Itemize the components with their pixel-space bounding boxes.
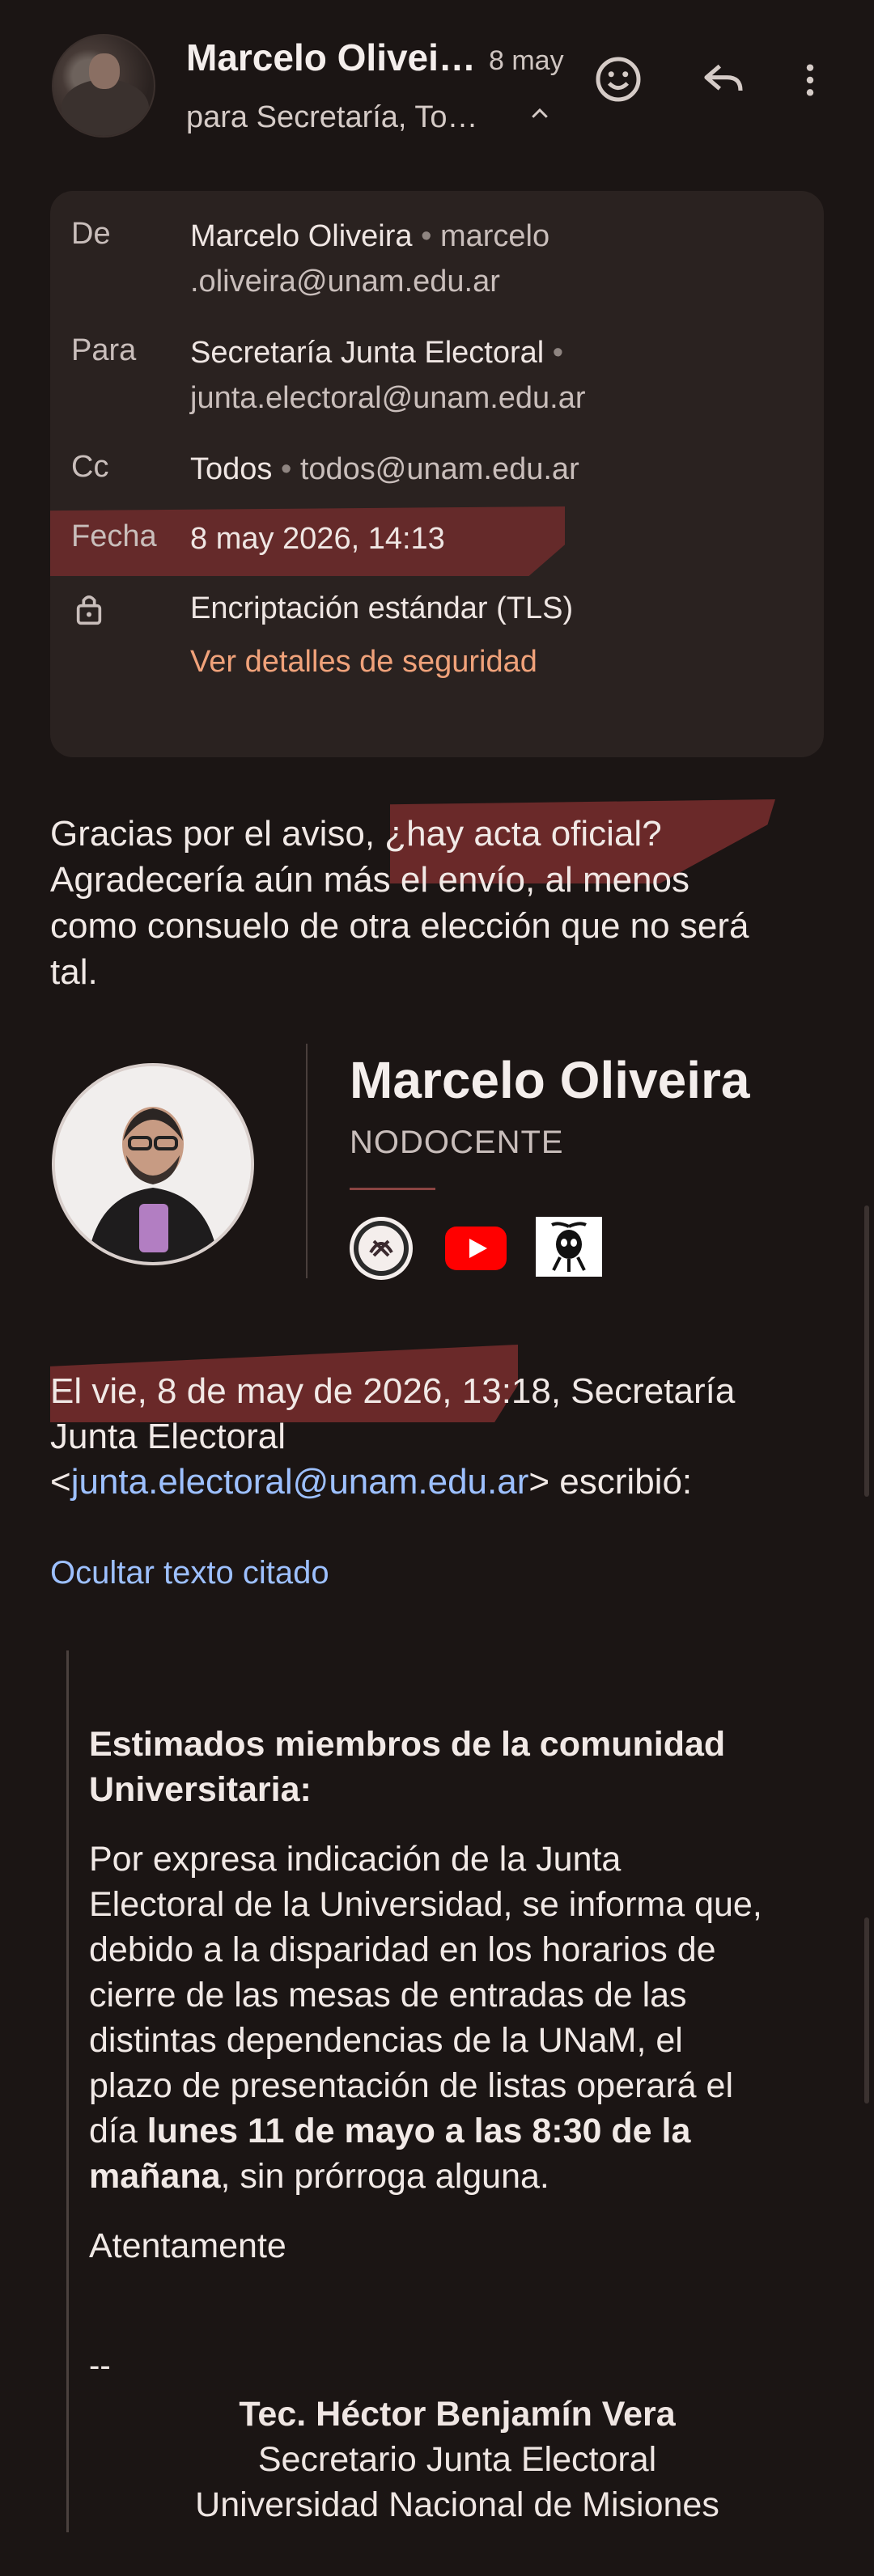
from-email-part1[interactable]: marcelo: [440, 219, 549, 253]
signature-photo: [52, 1063, 254, 1265]
institution-logo-icon[interactable]: [350, 1217, 413, 1280]
body-line3: como consuelo de otra elección que no se…: [50, 906, 749, 946]
cc-value: Todos • todos@unam.edu.ar: [190, 452, 579, 486]
quote-header-line2: Junta Electoral: [50, 1417, 286, 1456]
scrollbar-thumb[interactable]: [864, 1205, 869, 1497]
quoted-heading-1: Estimados miembros de la comunidad: [89, 1725, 726, 1764]
quoted-sig-name: Tec. Héctor Benjamín Vera: [239, 2395, 676, 2434]
more-vert-icon[interactable]: [791, 58, 829, 102]
from-label: De: [71, 217, 111, 251]
body-line2: Agradecería aún más el envío, al menos: [50, 860, 690, 900]
quoted-line-2: Electoral de la Universidad, se informa …: [89, 1885, 762, 1924]
quote-header-lt: <: [50, 1462, 71, 1502]
body-line1a: Gracias por el aviso,: [50, 814, 385, 854]
signature-role: NODOCENTE: [350, 1125, 564, 1160]
quoted-paragraph: Por expresa indicación de la Junta Elect…: [89, 1837, 825, 2199]
scrollbar-thumb-2[interactable]: [864, 1917, 869, 2104]
body-question: ¿hay acta oficial?: [384, 814, 662, 854]
sender-name[interactable]: Marcelo Olivei…: [186, 36, 476, 79]
from-name: Marcelo Oliveira: [190, 219, 413, 253]
security-details-link[interactable]: Ver detalles de seguridad: [190, 639, 537, 684]
date-value: 8 may 2026, 14:13: [190, 522, 445, 556]
lock-icon: [76, 595, 102, 625]
sender-avatar[interactable]: [52, 34, 155, 138]
quoted-line-7a: día: [89, 2112, 147, 2150]
chevron-up-icon[interactable]: [528, 102, 552, 126]
emoji-icon[interactable]: [594, 55, 643, 104]
quoted-sig-title: Secretario Junta Electoral: [257, 2440, 657, 2479]
quoted-heading-2: Universitaria:: [89, 1770, 312, 1809]
quoted-sig-org: Universidad Nacional de Misiones: [195, 2485, 719, 2524]
signature-name: Marcelo Oliveira: [350, 1051, 750, 1109]
signature-divider: [306, 1044, 308, 1278]
date-label: Fecha: [71, 519, 157, 553]
quoted-line-4: cierre de las mesas de entradas de las: [89, 1976, 687, 2015]
from-value: Marcelo Oliveira • marcelo .oliveira@una…: [190, 219, 550, 299]
recipients-summary[interactable]: para Secretaría, To…: [186, 100, 477, 135]
quoted-line-7-bold: lunes 11 de mayo a las 8:30 de la: [146, 2112, 691, 2150]
message-date: 8 may: [489, 45, 564, 76]
quoted-line-5: distintas dependencias de la UNaM, el: [89, 2021, 683, 2060]
quote-header-line1: El vie, 8 de may de 2026, 13:18, Secreta…: [50, 1371, 736, 1411]
quoted-line-1: Por expresa indicación de la Junta: [89, 1840, 622, 1879]
quoted-heading: Estimados miembros de la comunidad Unive…: [89, 1722, 825, 1812]
quoted-line-3: debido a la disparidad en los horarios d…: [89, 1930, 716, 1969]
quote-header: El vie, 8 de may de 2026, 13:18, Secreta…: [50, 1369, 827, 1505]
quoted-line-6: plazo de presentación de listas operará …: [89, 2066, 734, 2105]
quote-bar: [66, 1650, 69, 2532]
quoted-closing: Atentamente: [89, 2226, 286, 2265]
youtube-icon[interactable]: [445, 1227, 507, 1270]
quoted-line-8b: , sin prórroga alguna.: [220, 2157, 549, 2196]
ant-logo-icon[interactable]: [536, 1217, 602, 1277]
to-name: Secretaría Junta Electoral: [190, 336, 545, 370]
body-line4: tal.: [50, 952, 98, 992]
cc-label: Cc: [71, 450, 109, 484]
to-email[interactable]: junta.electoral@unam.edu.ar: [190, 381, 586, 415]
cc-email[interactable]: todos@unam.edu.ar: [300, 452, 579, 486]
quoted-line-8-bold: mañana: [89, 2157, 221, 2196]
quoted-signature-dash: --: [89, 2348, 111, 2383]
message-body: Gracias por el aviso, ¿hay acta oficial?…: [50, 811, 827, 995]
signature-rule: [350, 1188, 435, 1190]
encryption-text: Encriptación estándar (TLS): [190, 591, 574, 625]
to-value: Secretaría Junta Electoral • junta.elect…: [190, 336, 586, 415]
from-email-part2[interactable]: .oliveira@unam.edu.ar: [190, 265, 500, 299]
hide-quoted-text-link[interactable]: Ocultar texto citado: [50, 1555, 329, 1591]
quote-header-email-link[interactable]: junta.electoral@unam.edu.ar: [71, 1462, 529, 1502]
to-label: Para: [71, 333, 137, 367]
quote-header-wrote: > escribió:: [528, 1462, 693, 1502]
reply-icon[interactable]: [699, 57, 748, 102]
cc-name: Todos: [190, 452, 273, 486]
